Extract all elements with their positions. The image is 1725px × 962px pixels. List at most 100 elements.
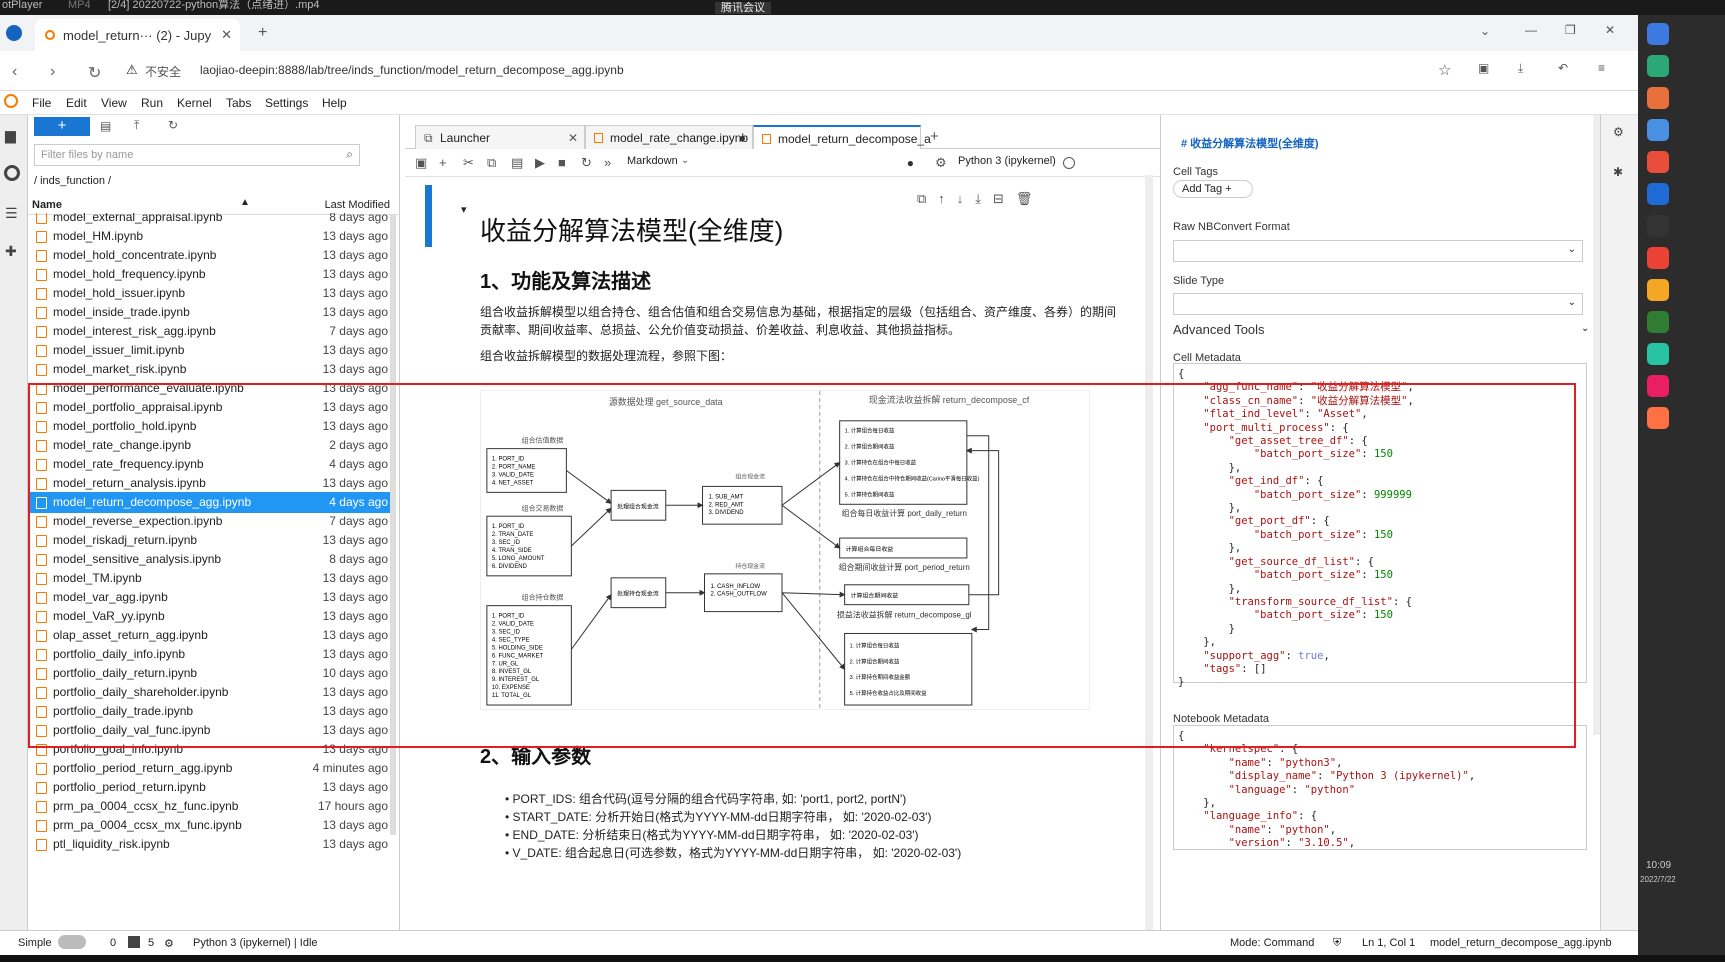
raw-format-select[interactable]: ⌄ bbox=[1173, 240, 1583, 262]
sublime-icon[interactable] bbox=[1647, 279, 1669, 301]
toc-icon[interactable]: ☰ bbox=[5, 205, 18, 222]
undo-icon[interactable]: ↶ bbox=[1558, 61, 1568, 75]
browser-icon[interactable] bbox=[1647, 215, 1669, 237]
chrome-icon[interactable] bbox=[1647, 247, 1669, 269]
notebook-metadata-editor[interactable]: { "kernelspec": { "name": "python3", "di… bbox=[1173, 725, 1587, 850]
gallery-icon[interactable] bbox=[1647, 151, 1669, 173]
new-launcher-button[interactable]: + bbox=[34, 117, 90, 136]
file-row[interactable]: model_VaR_yy.ipynb 13 days ago bbox=[28, 606, 395, 627]
tab-launcher[interactable]: ⧉ Launcher ✕ bbox=[415, 125, 585, 149]
stack-icon[interactable] bbox=[1647, 343, 1669, 365]
file-row[interactable]: model_TM.ipynb 13 days ago bbox=[28, 568, 395, 589]
copy-icon[interactable]: ⧉ bbox=[487, 155, 496, 171]
cut-icon[interactable]: ✂ bbox=[463, 155, 474, 171]
file-row[interactable]: ptl_liquidity_risk.ipynb 13 days ago bbox=[28, 834, 395, 855]
file-row[interactable]: model_hold_issuer.ipynb 13 days ago bbox=[28, 283, 395, 304]
run-all-icon[interactable]: » bbox=[604, 155, 611, 170]
menu-kernel[interactable]: Kernel bbox=[177, 96, 212, 110]
file-row[interactable]: portfolio_period_return_agg.ipynb 4 minut… bbox=[28, 758, 395, 779]
file-row[interactable]: model_rate_change.ipynb 2 days ago bbox=[28, 435, 395, 456]
scrollbar[interactable] bbox=[390, 215, 396, 835]
file-row[interactable]: model_rate_frequency.ipynb 4 days ago bbox=[28, 454, 395, 475]
kernel-name[interactable]: Python 3 (ipykernel) bbox=[958, 155, 1056, 167]
running-icon[interactable] bbox=[4, 165, 20, 181]
file-row[interactable]: prm_pa_0004_ccsx_hz_func.ipynb 17 hours a… bbox=[28, 796, 395, 817]
file-row[interactable]: model_hold_frequency.ipynb 13 days ago bbox=[28, 264, 395, 285]
collapse-icon[interactable]: ▾ bbox=[461, 203, 467, 216]
breadcrumb[interactable]: / inds_function / bbox=[34, 175, 111, 187]
save-icon[interactable]: ▣ bbox=[415, 155, 427, 171]
new-tab-icon[interactable]: + bbox=[258, 24, 267, 42]
menu-icon[interactable]: ≡ bbox=[1598, 61, 1605, 75]
paste-icon[interactable]: ▤ bbox=[511, 155, 523, 171]
forward-icon[interactable]: › bbox=[50, 63, 55, 81]
column-modified[interactable]: Last Modified bbox=[325, 199, 390, 211]
file-row[interactable]: portfolio_daily_val_func.ipynb 13 days ag… bbox=[28, 720, 395, 741]
insert-cell-icon[interactable]: + bbox=[439, 155, 447, 170]
file-row[interactable]: portfolio_daily_trade.ipynb 13 days ago bbox=[28, 701, 395, 722]
menu-run[interactable]: Run bbox=[141, 96, 163, 110]
calendar-icon[interactable] bbox=[1647, 55, 1669, 77]
reload-icon[interactable]: ↻ bbox=[88, 63, 101, 83]
unsaved-dot-icon[interactable]: ● bbox=[739, 126, 746, 150]
cell-metadata-editor[interactable]: { "agg_func_name": "收益分解算法模型", "class_cn… bbox=[1173, 363, 1587, 688]
menu-view[interactable]: View bbox=[101, 96, 127, 110]
cell-type-select[interactable]: Markdown bbox=[627, 155, 678, 167]
file-row[interactable]: model_hold_concentrate.ipynb 13 days ago bbox=[28, 245, 395, 266]
tab-rate-change[interactable]: model_rate_change.ipynb ● bbox=[585, 125, 753, 149]
file-row[interactable]: model_var_agg.ipynb 13 days ago bbox=[28, 587, 395, 608]
menu-file[interactable]: File bbox=[32, 96, 51, 110]
photo-icon[interactable] bbox=[1647, 119, 1669, 141]
file-filter[interactable]: Filter files by name ⌕ bbox=[34, 144, 360, 166]
run-icon[interactable]: ▶ bbox=[535, 155, 545, 171]
upload-icon[interactable]: ⤒ bbox=[134, 118, 139, 133]
editor-icon[interactable] bbox=[1647, 407, 1669, 429]
file-row[interactable]: olap_asset_return_agg.ipynb 13 days ago bbox=[28, 625, 395, 646]
file-row[interactable]: model_return_analysis.ipynb 13 days ago bbox=[28, 473, 395, 494]
file-row[interactable]: portfolio_daily_return.ipynb 10 days ago bbox=[28, 663, 395, 684]
slide-type-select[interactable]: ⌄ bbox=[1173, 293, 1583, 315]
close-icon[interactable]: ✕ bbox=[568, 126, 578, 150]
folder-icon[interactable]: ▆ bbox=[5, 127, 16, 144]
notebook-scrollbar[interactable] bbox=[1145, 175, 1153, 935]
stop-icon[interactable]: ■ bbox=[558, 155, 566, 170]
file-row[interactable]: prm_pa_0004_ccsx_mx_func.ipynb 13 days ag… bbox=[28, 815, 395, 836]
app-icon[interactable] bbox=[1647, 23, 1669, 45]
chevron-down-icon[interactable]: ⌄ bbox=[1581, 323, 1589, 334]
file-row[interactable]: model_riskadj_return.ipynb 13 days ago bbox=[28, 530, 395, 551]
extension-puzzle-icon[interactable]: ✚ bbox=[5, 243, 17, 260]
close-window-icon[interactable]: ✕ bbox=[1605, 23, 1615, 37]
file-row[interactable]: model_return_decompose_agg.ipynb 4 days a… bbox=[28, 492, 395, 513]
extension-icon[interactable]: ▣ bbox=[1478, 61, 1489, 75]
store-icon[interactable] bbox=[1647, 87, 1669, 109]
music-icon[interactable] bbox=[1647, 375, 1669, 397]
file-row[interactable]: model_issuer_limit.ipynb 13 days ago bbox=[28, 340, 395, 361]
file-row[interactable]: model_interest_risk_agg.ipynb 7 days ago bbox=[28, 321, 395, 342]
file-row[interactable]: portfolio_daily_shareholder.ipynb 13 days… bbox=[28, 682, 395, 703]
file-row[interactable]: portfolio_goal_info.ipynb 13 days ago bbox=[28, 739, 395, 760]
file-row[interactable]: model_market_risk.ipynb 13 days ago bbox=[28, 359, 395, 380]
add-tab-icon[interactable]: + bbox=[930, 128, 939, 145]
menu-help[interactable]: Help bbox=[322, 96, 347, 110]
file-row[interactable]: portfolio_daily_info.ipynb 13 days ago bbox=[28, 644, 395, 665]
cursor-position[interactable]: Ln 1, Col 1 bbox=[1362, 937, 1415, 949]
add-tag-button[interactable]: Add Tag + bbox=[1173, 180, 1253, 198]
debugger-icon[interactable]: ✱ bbox=[1613, 165, 1623, 179]
maximize-icon[interactable]: ❐ bbox=[1565, 23, 1576, 37]
file-row[interactable]: model_sensitive_analysis.ipynb 8 days ago bbox=[28, 549, 395, 570]
restart-icon[interactable]: ↻ bbox=[581, 155, 592, 171]
simple-mode-toggle[interactable] bbox=[58, 935, 86, 949]
file-row[interactable]: model_inside_trade.ipynb 13 days ago bbox=[28, 302, 395, 323]
settings-gear-icon[interactable]: ⚙ bbox=[935, 155, 947, 171]
browser-tab[interactable]: model_return··· (2) - Jupy ✕ bbox=[35, 19, 240, 51]
url-text[interactable]: laojiao-deepin:8888/lab/tree/inds_functi… bbox=[200, 63, 624, 77]
refresh-icon[interactable]: ↻ bbox=[168, 118, 178, 132]
settings-icon[interactable] bbox=[1647, 183, 1669, 205]
new-folder-icon[interactable]: ▤ bbox=[100, 119, 111, 133]
menu-settings[interactable]: Settings bbox=[265, 96, 308, 110]
download-icon[interactable]: ⤓ bbox=[1518, 61, 1523, 76]
file-row[interactable]: model_reverse_expection.ipynb 7 days ago bbox=[28, 511, 395, 532]
chevron-down-icon[interactable]: ⌄ bbox=[1480, 24, 1490, 38]
property-inspector-icon[interactable]: ⚙ bbox=[1613, 125, 1624, 139]
pycharm-icon[interactable] bbox=[1647, 311, 1669, 333]
